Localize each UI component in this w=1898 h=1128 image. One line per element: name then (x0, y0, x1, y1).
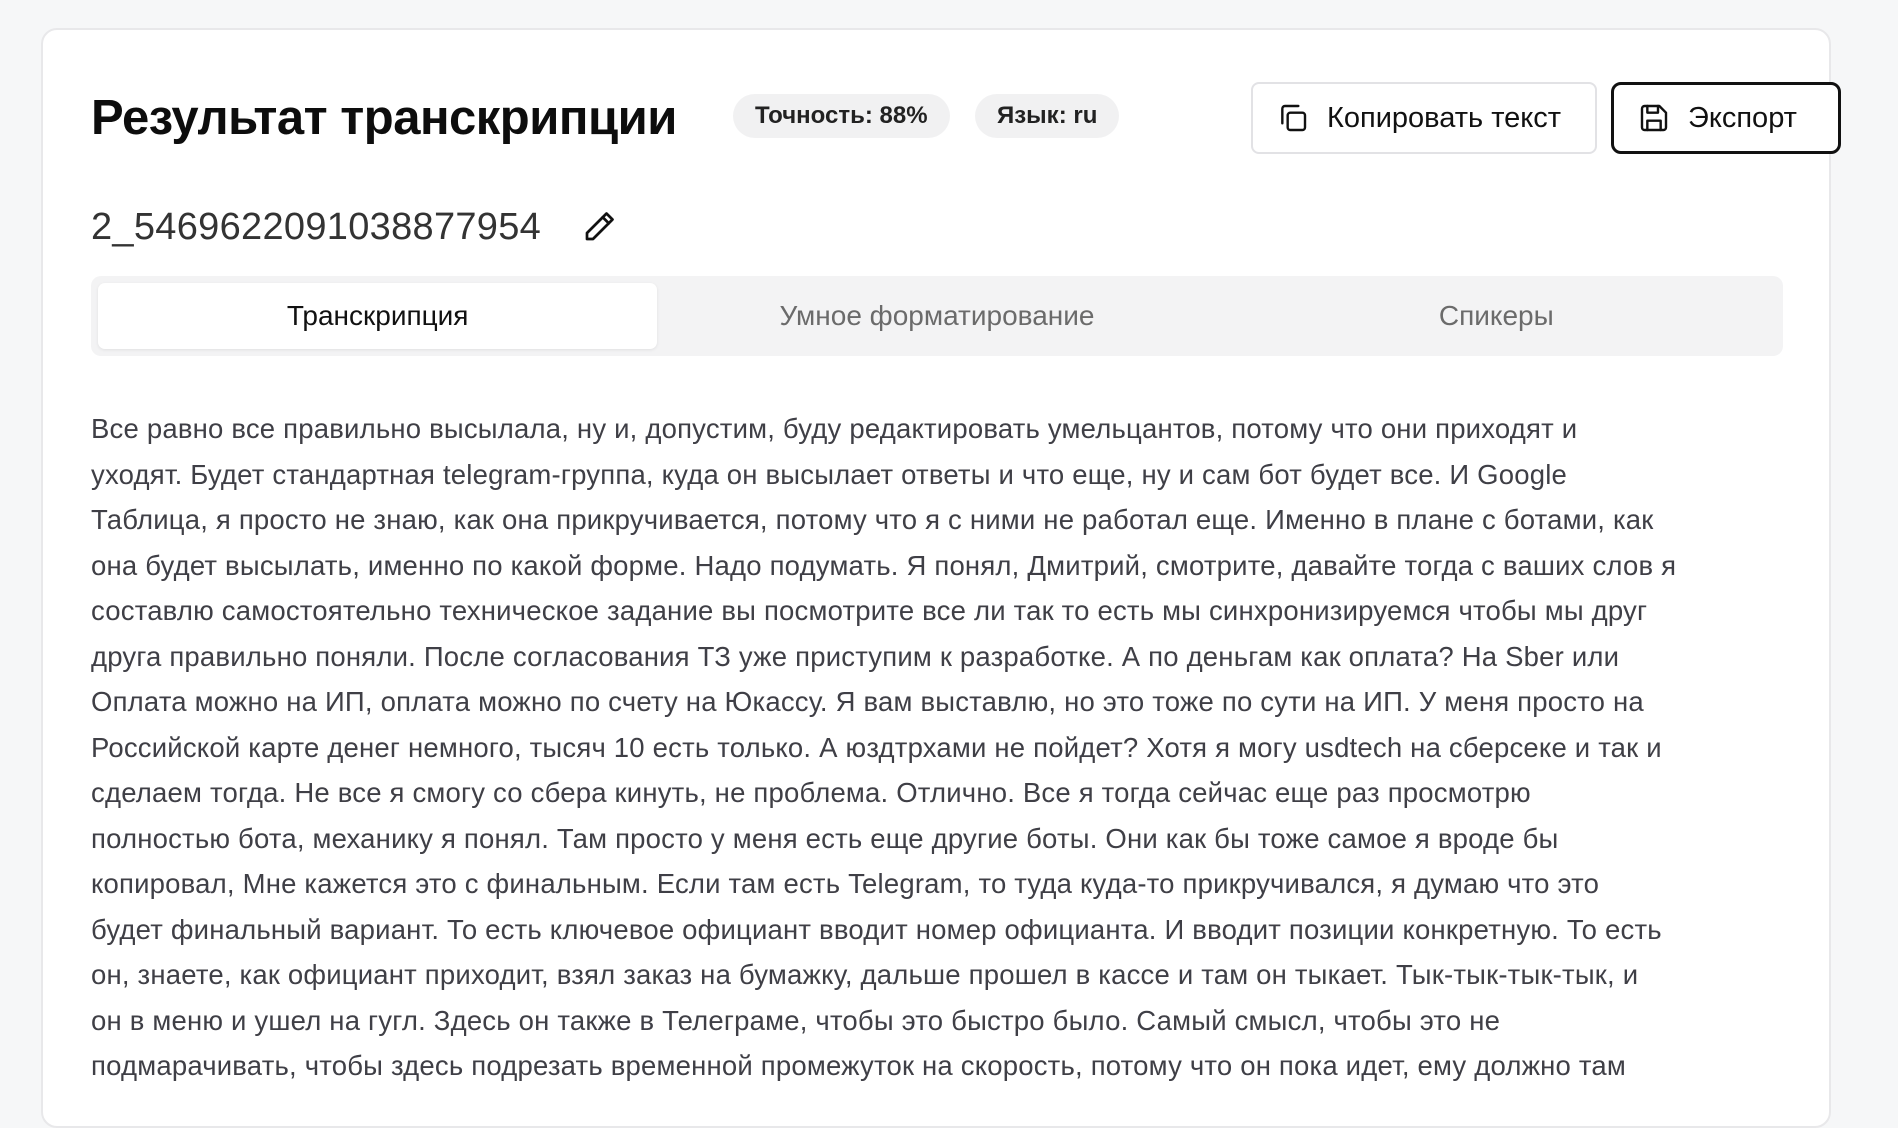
transcript-line: Российской карте денег немного, тысяч 10… (91, 731, 1662, 763)
transcript-line: Все равно все правильно высылала, ну и, … (91, 413, 1578, 444)
transcript-line: полностью бота, механику я понял. Там пр… (91, 822, 1559, 854)
copy-text-button[interactable]: Копировать текст (1251, 82, 1597, 154)
transcript-line: друга правильно поняли. После согласован… (91, 640, 1620, 672)
tab-speakers[interactable]: Спикеры (1217, 283, 1776, 349)
file-name-row: 2_5469622091038877954 (91, 202, 617, 252)
transcript-line: Таблица, я просто не знаю, как она прикр… (91, 504, 1654, 535)
transcription-result-card: Результат транскрипции Точность: 88% Язы… (41, 28, 1841, 1128)
transcript-line: сделаем тогда. Не все я смогу со сбера к… (91, 777, 1531, 808)
transcript-line: копировал, Мне кажется это с финальным. … (91, 868, 1600, 899)
export-label: Экспорт (1688, 101, 1797, 134)
page-title: Результат транскрипции (91, 91, 677, 145)
file-name: 2_5469622091038877954 (91, 205, 542, 248)
transcript-line: Оплата можно на ИП, оплата можно по счет… (91, 686, 1644, 717)
copy-text-label: Копировать текст (1327, 101, 1562, 134)
transcript-line: он в меню и ушел на гугл. Здесь он также… (91, 1004, 1501, 1036)
transcript-line: он, знаете, как официант приходит, взял … (91, 959, 1639, 990)
copy-icon (1281, 104, 1307, 132)
transcript-line: она будет высылать, именно по какой форм… (91, 549, 1677, 581)
transcript-line: уходят. Будет стандартная telegram-групп… (91, 458, 1568, 490)
tab-smart-formatting[interactable]: Умное форматирование (657, 283, 1216, 349)
pencil-icon[interactable] (581, 209, 617, 245)
transcript-line: составлю самостоятельно техническое зада… (91, 595, 1648, 626)
save-icon (1640, 104, 1668, 132)
result-header: Результат транскрипции Точность: 88% Язы… (91, 82, 1841, 162)
transcript-text: Все равно все правильно высылала, ну и, … (91, 406, 1803, 1089)
transcript-line: будет финальный вариант. То есть ключево… (91, 913, 1662, 945)
result-tabs: Транскрипция Умное форматирование Спикер… (91, 276, 1783, 356)
export-button[interactable]: Экспорт (1611, 82, 1841, 154)
transcript-line: подмарачивать, чтобы здесь подрезать вре… (91, 1050, 1626, 1081)
language-badge: Язык: ru (975, 94, 1120, 138)
tab-transcription[interactable]: Транскрипция (98, 283, 658, 349)
accuracy-badge: Точность: 88% (733, 94, 950, 138)
